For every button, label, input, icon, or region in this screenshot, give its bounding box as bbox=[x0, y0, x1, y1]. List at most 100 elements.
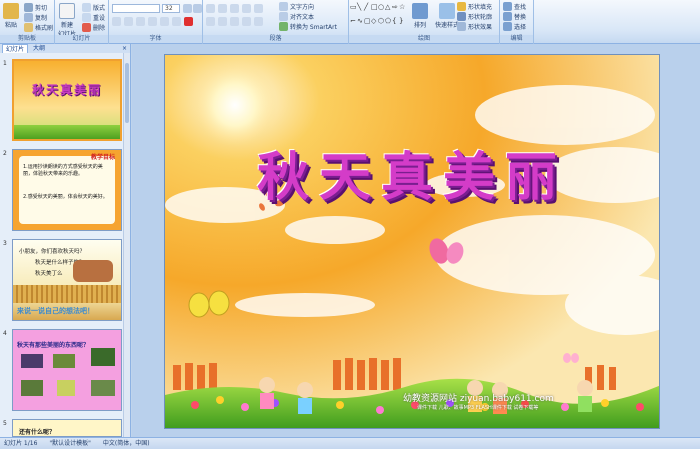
find-button[interactable]: 查找 bbox=[503, 2, 526, 11]
text-direction-button[interactable]: 文字方向 bbox=[279, 2, 314, 11]
justify-icon[interactable] bbox=[242, 17, 251, 26]
font-color-icon[interactable] bbox=[184, 17, 193, 26]
bold-icon[interactable] bbox=[112, 17, 121, 26]
spacing-icon[interactable] bbox=[172, 17, 181, 26]
scrollbar-thumb[interactable] bbox=[125, 63, 129, 123]
drawing-group: ▭ ╲ ╱ □ ○ △ ⇨ ☆ ⌐ ∿ ▢ ◇ ⬡ ⬠{} 排列 快速样式 形状填充 形状轮廓 形状效果… bbox=[349, 0, 500, 44]
thumb-title: 还有什么呢？ bbox=[19, 429, 56, 436]
strikethrough-icon[interactable] bbox=[148, 17, 157, 26]
outline-icon bbox=[457, 12, 466, 21]
slide-number: 4 bbox=[3, 330, 7, 337]
align-left-icon[interactable] bbox=[206, 17, 215, 26]
slide-title[interactable]: 秋天真美丽 bbox=[165, 135, 659, 210]
paste-button[interactable]: 粘贴 bbox=[3, 3, 19, 29]
language-indicator[interactable]: 中文(简体，中国) bbox=[103, 438, 150, 449]
curve-shape-icon[interactable]: ∿ bbox=[357, 17, 364, 31]
slides-group: 新建 幻灯片 版式 重设 删除 幻灯片 bbox=[55, 0, 109, 44]
slide-canvas[interactable]: 秋天真美丽 幼教资源网站 ziyuan.baby611.com 课件下载 儿歌、… bbox=[164, 54, 660, 429]
slide-background bbox=[165, 55, 659, 428]
brace2-shape-icon[interactable]: } bbox=[399, 17, 406, 31]
watermark-text: 幼教资源网站 ziyuan.baby611.com bbox=[403, 394, 554, 404]
diamond-shape-icon[interactable]: ◇ bbox=[371, 17, 378, 31]
select-button[interactable]: 选择 bbox=[503, 22, 526, 31]
align-right-icon[interactable] bbox=[230, 17, 239, 26]
arrange-icon bbox=[412, 3, 428, 19]
new-slide-icon bbox=[59, 3, 75, 19]
slide-thumbnail-2[interactable]: 教学目标 1.运用抄读朗读的方式感受秋天的美丽，体验秋天带来的乐趣。 2.感受秋… bbox=[12, 149, 122, 231]
replace-button[interactable]: 替换 bbox=[503, 12, 526, 21]
shapes-gallery[interactable]: ▭ ╲ ╱ □ ○ △ ⇨ ☆ ⌐ ∿ ▢ ◇ ⬡ ⬠{} bbox=[350, 3, 408, 31]
shape-outline-button[interactable]: 形状轮廓 bbox=[457, 12, 492, 21]
replace-icon bbox=[503, 12, 512, 21]
hexagon-shape-icon[interactable]: ⬡ bbox=[378, 17, 385, 31]
paste-icon bbox=[3, 3, 19, 19]
brace-shape-icon[interactable]: { bbox=[392, 17, 399, 31]
watermark-subtext: 课件下载 儿歌、故事MP3 FLASH课件下载 试卷下载等 bbox=[417, 405, 539, 411]
scissors-icon bbox=[24, 3, 33, 12]
thumb-bottom-text: 来说一说自己的想法吧！ bbox=[17, 307, 94, 315]
thumb-question-1: 小朋友，你们喜欢秋天吗？ bbox=[19, 249, 86, 255]
triangle-shape-icon[interactable]: △ bbox=[385, 3, 392, 17]
editing-group-label: 编辑 bbox=[500, 35, 533, 43]
new-slide-button[interactable]: 新建 幻灯片 bbox=[58, 3, 76, 38]
italic-icon[interactable] bbox=[124, 17, 133, 26]
thumb-grass bbox=[14, 125, 120, 139]
increase-indent-icon[interactable] bbox=[242, 4, 251, 13]
theme-name: "默认设计模板" bbox=[49, 440, 91, 447]
decrease-indent-icon[interactable] bbox=[230, 4, 239, 13]
copy-button[interactable]: 复制 bbox=[24, 13, 47, 22]
shrink-font-icon bbox=[193, 4, 202, 13]
grow-font-icon bbox=[183, 4, 192, 13]
quick-styles-button[interactable]: 快速样式 bbox=[435, 3, 459, 29]
slide-number: 5 bbox=[3, 420, 7, 427]
bullets-icon[interactable] bbox=[206, 4, 215, 13]
cut-button[interactable]: 剪切 bbox=[24, 3, 47, 12]
align-center-icon[interactable] bbox=[218, 17, 227, 26]
slide-thumbnail-4[interactable]: 秋天有那些美丽的东西呢？ bbox=[12, 329, 122, 411]
font-name-combo[interactable] bbox=[112, 4, 160, 13]
list-buttons bbox=[206, 4, 263, 13]
bracket-shape-icon[interactable]: ⌐ bbox=[350, 17, 357, 31]
arrow-shape-icon[interactable]: ⇨ bbox=[392, 3, 399, 17]
rect-shape-icon[interactable]: □ bbox=[371, 3, 378, 17]
smartart-button[interactable]: 转换为 SmartArt bbox=[279, 22, 337, 31]
shadow-icon[interactable] bbox=[160, 17, 169, 26]
find-icon bbox=[503, 2, 512, 11]
rounded-shape-icon[interactable]: ▢ bbox=[364, 17, 371, 31]
delete-button[interactable]: 删除 bbox=[82, 23, 105, 32]
font-style-buttons bbox=[112, 17, 193, 26]
oval-shape-icon[interactable]: ○ bbox=[378, 3, 385, 17]
slide-thumbnail-1[interactable]: 秋天真美丽 bbox=[12, 59, 122, 141]
thumb-title: 秋天有那些美丽的东西呢？ bbox=[17, 342, 90, 349]
tab-slides[interactable]: 幻灯片 bbox=[2, 44, 29, 53]
editing-group: 查找 替换 选择 编辑 bbox=[500, 0, 534, 44]
delete-icon bbox=[82, 23, 91, 32]
line2-shape-icon[interactable]: ╱ bbox=[364, 3, 371, 17]
underline-icon[interactable] bbox=[136, 17, 145, 26]
reset-button[interactable]: 重设 bbox=[82, 13, 105, 22]
pentagon-shape-icon[interactable]: ⬠ bbox=[385, 17, 392, 31]
columns-icon[interactable] bbox=[254, 17, 263, 26]
effects-icon bbox=[457, 22, 466, 31]
arrange-button[interactable]: 排列 bbox=[412, 3, 428, 29]
slide-thumbnail-3[interactable]: 小朋友，你们喜欢秋天吗？ 秋天是什么样子的？ 秋天美丁么 来说一说自己的想法吧！ bbox=[12, 239, 122, 321]
close-pane-icon[interactable]: × bbox=[122, 44, 127, 53]
grow-font-button[interactable] bbox=[183, 4, 192, 13]
layout-button[interactable]: 版式 bbox=[82, 3, 105, 12]
shape-fill-button[interactable]: 形状填充 bbox=[457, 2, 492, 11]
shape-effects-button[interactable]: 形状效果 bbox=[457, 22, 492, 31]
font-size-combo[interactable]: 32 bbox=[162, 4, 180, 13]
align-text-button[interactable]: 对齐文本 bbox=[279, 12, 314, 21]
line-spacing-icon[interactable] bbox=[254, 4, 263, 13]
line-shape-icon[interactable]: ╲ bbox=[357, 3, 364, 17]
shrink-font-button[interactable] bbox=[193, 4, 202, 13]
format-painter-button[interactable]: 格式刷 bbox=[24, 23, 53, 32]
paragraph-group-label: 段落 bbox=[203, 35, 348, 43]
tab-outline[interactable]: 大纲 bbox=[30, 44, 48, 53]
slide-thumbnail-5[interactable]: 还有什么呢？ bbox=[12, 419, 122, 437]
numbering-icon[interactable] bbox=[218, 4, 227, 13]
pane-scrollbar[interactable] bbox=[123, 53, 130, 437]
star-shape-icon[interactable]: ☆ bbox=[399, 3, 406, 17]
thumb-text-2: 2.感受秋天的美丽，体会秋天的美好。 bbox=[23, 194, 108, 200]
textbox-shape-icon[interactable]: ▭ bbox=[350, 3, 357, 17]
